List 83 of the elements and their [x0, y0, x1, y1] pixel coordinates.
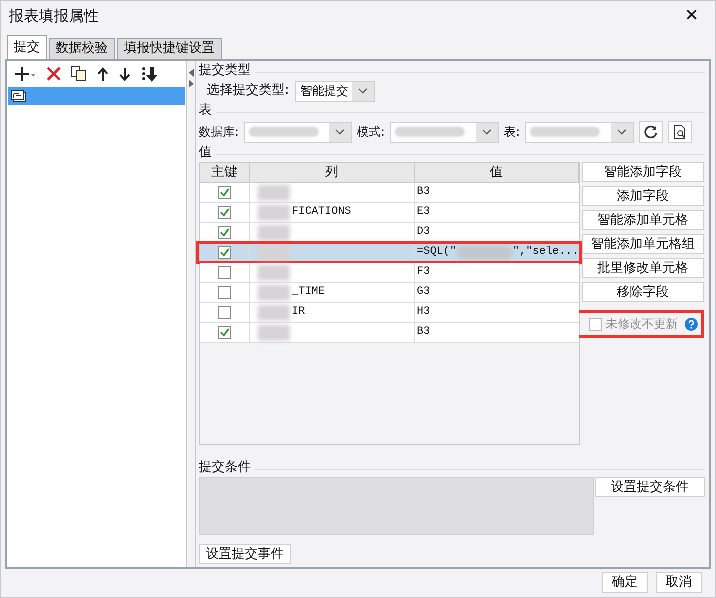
table-cell-text: E3	[417, 205, 430, 220]
move-bottom-icon[interactable]	[141, 66, 159, 82]
checkbox-label: 未修改不更新	[606, 316, 678, 333]
preview-button[interactable]	[668, 121, 692, 143]
action-button[interactable]: 智能添加单元格	[582, 210, 704, 230]
section-label: 值	[199, 144, 212, 162]
table-row[interactable]: D3	[200, 223, 579, 243]
tab[interactable]: 填报快捷键设置	[117, 38, 222, 59]
arrow-up-icon[interactable]	[97, 66, 109, 82]
table-row[interactable]: B3	[200, 323, 579, 343]
table-cell-text: B3	[417, 185, 430, 200]
blurred-text	[258, 304, 290, 320]
add-icon[interactable]	[15, 66, 37, 82]
checkbox[interactable]	[218, 186, 231, 199]
column-header[interactable]: 主键	[200, 163, 250, 182]
submit-type-dropdown[interactable]: 智能提交	[295, 80, 376, 102]
table-cell-text: D3	[417, 225, 430, 240]
blurred-text	[258, 284, 290, 300]
table-row[interactable]: B3	[200, 183, 579, 203]
blurred-text	[249, 127, 320, 137]
table-row[interactable]: _TIME G3	[200, 283, 579, 303]
checkbox[interactable]	[218, 206, 231, 219]
form-icon	[11, 90, 27, 102]
section-label: 提交类型	[199, 62, 251, 80]
set-event-button[interactable]: 设置提交事件	[199, 544, 291, 564]
list-item[interactable]	[8, 87, 186, 105]
checkbox[interactable]	[218, 326, 231, 339]
refresh-button[interactable]	[639, 121, 664, 143]
blurred-text	[258, 204, 290, 220]
document-search-icon	[674, 124, 687, 140]
checkbox[interactable]	[218, 226, 231, 239]
action-button[interactable]: 批里修改单元格	[582, 258, 704, 278]
section-label: 表	[199, 102, 212, 120]
column-header[interactable]: 值	[415, 163, 579, 182]
table-cell-text: F3	[417, 265, 430, 280]
field-label: 表:	[504, 124, 520, 141]
action-button[interactable]: 移除字段	[582, 282, 704, 302]
caret-icon[interactable]	[482, 129, 492, 135]
refresh-icon	[644, 125, 658, 139]
table-cell-text: ","sele...	[512, 245, 579, 260]
close-button[interactable]: ✕	[680, 8, 703, 24]
delete-icon[interactable]	[47, 67, 61, 81]
blurred-text	[395, 127, 466, 137]
blurred-text	[258, 264, 290, 280]
copy-icon[interactable]	[71, 66, 87, 82]
action-button[interactable]: 智能添加单元格组	[582, 234, 704, 254]
action-button[interactable]: 智能添加字段	[582, 162, 704, 182]
table-row[interactable]: FICATIONS E3	[200, 203, 579, 223]
table-cell-text: B3	[417, 325, 430, 340]
section-label: 提交条件	[199, 459, 251, 478]
checkbox[interactable]	[218, 286, 231, 299]
field-label: 模式:	[357, 124, 386, 141]
table-cell-text: G3	[417, 285, 430, 300]
column-header[interactable]: 列	[250, 163, 415, 182]
blurred-text	[258, 184, 290, 200]
tab[interactable]: 提交	[7, 35, 47, 59]
caret-icon[interactable]	[358, 88, 368, 94]
table-cell-text: H3	[417, 305, 430, 320]
table-cell-text: _TIME	[292, 285, 326, 300]
action-button[interactable]: 添加字段	[582, 186, 704, 206]
caret-icon[interactable]	[335, 129, 346, 135]
table-cell-text: IR	[292, 305, 306, 320]
caret-icon[interactable]	[617, 129, 628, 135]
blurred-text	[456, 246, 513, 260]
checkbox[interactable]	[218, 266, 231, 279]
blurred-text	[258, 224, 290, 240]
dialog-button[interactable]: 确定	[602, 572, 648, 593]
table-cell-text: =SQL("	[417, 245, 457, 260]
blurred-text	[258, 324, 290, 340]
field-label: 数据库:	[199, 124, 240, 141]
dialog-button[interactable]: 取消	[656, 572, 702, 593]
window-title: 报表填报属性	[9, 6, 99, 27]
set-condition-button[interactable]: 设置提交条件	[595, 477, 705, 497]
table-row[interactable]: IR H3	[200, 303, 579, 323]
table-cell-text: FICATIONS	[292, 205, 352, 220]
table-row[interactable]: F3	[200, 263, 579, 283]
arrow-down-icon[interactable]	[119, 66, 131, 82]
field-label: 选择提交类型:	[207, 82, 290, 100]
checkbox[interactable]	[218, 306, 231, 319]
checkbox[interactable]	[218, 246, 231, 259]
blurred-text	[530, 127, 600, 137]
tab[interactable]: 数据校验	[49, 38, 115, 59]
blurred-text	[258, 244, 290, 260]
